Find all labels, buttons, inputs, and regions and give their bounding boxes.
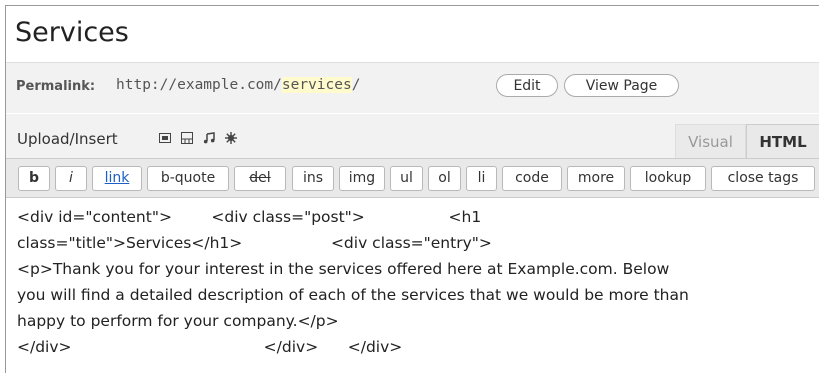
- post-editor: Services Permalink: http://example.com/s…: [5, 5, 819, 373]
- del-button[interactable]: del: [234, 166, 286, 191]
- close-tags-button[interactable]: close tags: [711, 166, 815, 191]
- media-icons: [159, 132, 237, 144]
- video-icon[interactable]: [181, 132, 193, 144]
- editor-line: <div id="content"> <div class="post"> <h…: [17, 208, 482, 226]
- bold-button[interactable]: b: [18, 166, 50, 191]
- permalink-label: Permalink:: [16, 79, 96, 94]
- link-button[interactable]: link: [92, 166, 142, 191]
- italic-button[interactable]: i: [55, 166, 87, 191]
- blockquote-button[interactable]: b-quote: [147, 166, 229, 191]
- post-title-field[interactable]: Services: [6, 6, 819, 63]
- edit-permalink-button[interactable]: Edit: [496, 74, 558, 97]
- image-icon[interactable]: [159, 132, 171, 144]
- view-page-button[interactable]: View Page: [564, 74, 679, 97]
- editor-line: </div> </div> </div>: [17, 338, 403, 356]
- permalink-row: Permalink: http://example.com/services/ …: [6, 63, 819, 113]
- media-icon[interactable]: [225, 132, 237, 144]
- img-button[interactable]: img: [339, 166, 385, 191]
- ins-button[interactable]: ins: [292, 166, 334, 191]
- tab-html[interactable]: HTML: [746, 124, 819, 159]
- permalink-slug[interactable]: services: [281, 77, 352, 93]
- upload-insert-label: Upload/Insert: [17, 130, 118, 148]
- editor-textarea[interactable]: <div id="content"> <div class="post"> <h…: [6, 198, 819, 373]
- editor-line: <p>Thank you for your interest in the se…: [17, 260, 670, 278]
- code-button[interactable]: code: [502, 166, 562, 191]
- editor-line: class="title">Services</h1> <div class="…: [17, 234, 492, 252]
- ul-button[interactable]: ul: [390, 166, 423, 191]
- lookup-button[interactable]: lookup: [630, 166, 706, 191]
- permalink-url: http://example.com/services/: [116, 77, 360, 93]
- permalink-url-suffix: /: [351, 77, 361, 93]
- post-title[interactable]: Services: [15, 17, 129, 49]
- tab-visual[interactable]: Visual: [675, 124, 746, 159]
- ol-button[interactable]: ol: [428, 166, 461, 191]
- audio-icon[interactable]: [203, 132, 215, 144]
- more-button[interactable]: more: [567, 166, 625, 191]
- quicktags-toolbar: b i link b-quote del ins img ul ol li co…: [6, 158, 819, 198]
- li-button[interactable]: li: [466, 166, 497, 191]
- permalink-url-prefix: http://example.com/: [116, 77, 282, 93]
- editor-line: you will find a detailed description of …: [17, 286, 689, 304]
- editor-line: happy to perform for your company.</p>: [17, 312, 339, 330]
